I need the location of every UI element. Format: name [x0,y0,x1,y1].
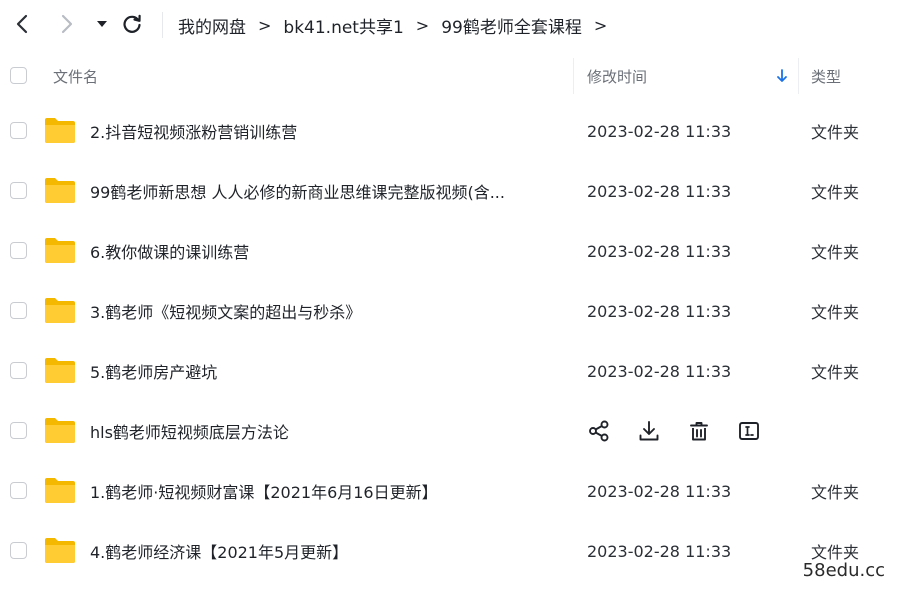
table-row[interactable]: 2.抖音短视频涨粉营销训练营 2023-02-28 11:33 文件夹 [0,101,897,161]
history-dropdown-button[interactable] [88,10,116,38]
breadcrumb-item-current[interactable]: 99鹤老师全套课程 [441,13,582,38]
folder-icon [45,118,75,143]
chevron-left-icon [16,14,28,34]
file-type: 文件夹 [811,303,860,322]
folder-icon [45,178,75,203]
column-header-type[interactable]: 类型 [811,50,841,102]
row-actions [585,416,785,446]
file-modified-time: 2023-02-28 11:33 [587,181,732,201]
breadcrumb-separator: > [593,15,608,35]
file-modified-time: 2023-02-28 11:33 [587,121,732,141]
file-modified-time: 2023-02-28 11:33 [587,541,732,561]
folder-icon [45,478,75,503]
file-type: 文件夹 [811,183,860,202]
delete-icon [690,422,708,441]
table-header: 文件名 修改时间 类型 [0,50,897,102]
table-row[interactable]: 6.教你做课的课训练营 2023-02-28 11:33 文件夹 [0,221,897,281]
column-header-modified[interactable]: 修改时间 [587,50,647,102]
file-name[interactable]: 6.教你做课的课训练营 [90,221,560,281]
watermark-text: 58edu.cc [802,560,885,581]
row-checkbox[interactable] [10,542,27,559]
folder-icon [45,298,75,323]
file-modified-time: 2023-02-28 11:33 [587,481,732,501]
row-checkbox[interactable] [10,242,27,259]
row-checkbox[interactable] [10,302,27,319]
row-checkbox[interactable] [10,482,27,499]
table-row[interactable]: 4.鹤老师经济课【2021年5月更新】 2023-02-28 11:33 文件夹 [0,521,897,581]
breadcrumb-item-share[interactable]: bk41.net共享1 [283,13,403,38]
file-modified-time: 2023-02-28 11:33 [587,361,732,381]
table-row-hovered[interactable]: hls鹤老师短视频底层方法论 [0,401,897,461]
refresh-icon [123,14,141,33]
sort-direction-indicator[interactable] [776,50,788,102]
chevron-right-icon [61,14,73,34]
navigation-bar: 我的网盘 > bk41.net共享1 > 99鹤老师全套课程 > [0,0,897,50]
breadcrumb-item-root[interactable]: 我的网盘 [178,13,246,38]
file-modified-time: 2023-02-28 11:33 [587,241,732,261]
breadcrumb-separator: > [258,15,272,35]
file-type: 文件夹 [811,363,860,382]
folder-icon [45,418,75,443]
select-all-checkbox[interactable] [10,67,27,84]
table-row[interactable]: 5.鹤老师房产避坑 2023-02-28 11:33 文件夹 [0,341,897,401]
file-type: 文件夹 [811,483,860,502]
row-checkbox[interactable] [10,422,27,439]
file-name[interactable]: 1.鹤老师·短视频财富课【2021年6月16日更新】 [90,461,560,521]
caret-down-icon [97,21,107,27]
refresh-button[interactable] [118,10,146,38]
delete-button[interactable] [685,417,713,445]
share-icon [589,420,609,442]
rename-icon [739,422,759,440]
file-name[interactable]: 3.鹤老师《短视频文案的超出与秒杀》 [90,281,560,341]
download-button[interactable] [635,417,663,445]
download-icon [639,421,659,441]
nav-divider [162,12,163,38]
column-header-name[interactable]: 文件名 [53,50,98,102]
breadcrumb: 我的网盘 > bk41.net共享1 > 99鹤老师全套课程 > [178,12,619,38]
forward-button[interactable] [53,10,81,38]
file-type: 文件夹 [811,123,860,142]
table-row[interactable]: 3.鹤老师《短视频文案的超出与秒杀》 2023-02-28 11:33 文件夹 [0,281,897,341]
file-name[interactable]: hls鹤老师短视频底层方法论 [90,401,560,461]
folder-icon [45,238,75,263]
file-name[interactable]: 2.抖音短视频涨粉营销训练营 [90,101,560,161]
row-checkbox[interactable] [10,362,27,379]
file-name[interactable]: 99鹤老师新思想 人人必修的新商业思维课完整版视频(含... [90,161,560,221]
row-checkbox[interactable] [10,122,27,139]
back-button[interactable] [8,10,36,38]
folder-icon [45,538,75,563]
file-name[interactable]: 5.鹤老师房产避坑 [90,341,560,401]
row-checkbox[interactable] [10,182,27,199]
file-name[interactable]: 4.鹤老师经济课【2021年5月更新】 [90,521,560,581]
file-type: 文件夹 [811,243,860,262]
breadcrumb-separator: > [415,15,430,35]
column-divider[interactable] [573,58,574,94]
folder-icon [45,358,75,383]
table-row[interactable]: 1.鹤老师·短视频财富课【2021年6月16日更新】 2023-02-28 11… [0,461,897,521]
file-modified-time: 2023-02-28 11:33 [587,301,732,321]
table-row[interactable]: 99鹤老师新思想 人人必修的新商业思维课完整版视频(含... 2023-02-2… [0,161,897,221]
column-divider[interactable] [798,58,799,94]
share-button[interactable] [585,417,613,445]
rename-button[interactable] [735,417,763,445]
arrow-down-icon [777,69,787,82]
